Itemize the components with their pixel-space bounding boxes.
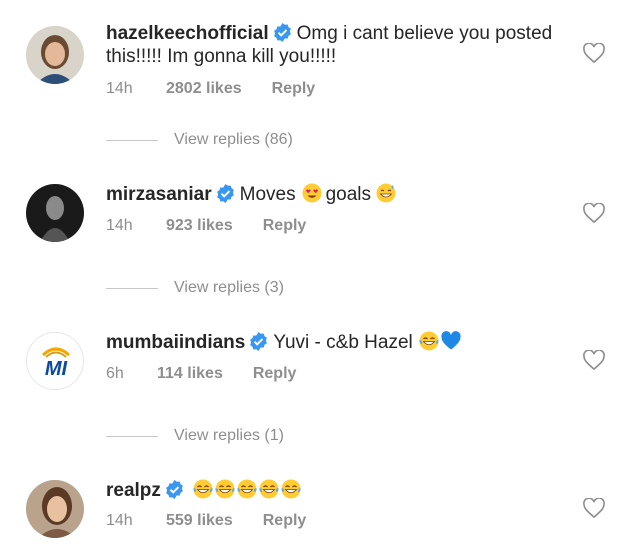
heart-eyes-emoji-icon [302, 183, 322, 203]
comment-text: Yuvi - c&b Hazel [273, 332, 413, 353]
avatar[interactable] [26, 184, 84, 242]
comment-time: 6h [106, 365, 124, 382]
tears-of-joy-emoji-icon [259, 479, 279, 499]
tears-of-joy-emoji-icon [193, 479, 213, 499]
tears-of-joy-emoji-icon [419, 331, 439, 351]
tears-of-joy-emoji-icon [281, 479, 301, 499]
comment-body: realpz [106, 479, 560, 502]
reply-button[interactable]: Reply [253, 365, 297, 383]
comment-username[interactable]: mirzasaniar [106, 184, 212, 205]
reply-button[interactable]: Reply [263, 217, 307, 235]
blue-heart-emoji-icon [441, 331, 461, 351]
comment-time: 14h [106, 217, 133, 234]
view-replies-button[interactable]: View replies (86) [106, 131, 293, 149]
divider [106, 139, 158, 141]
verified-badge-icon [273, 23, 292, 42]
verified-badge-icon [249, 332, 268, 351]
comment-time: 14h [106, 80, 133, 97]
like-count[interactable]: 559 likes [166, 512, 233, 530]
view-replies-button[interactable]: View replies (1) [106, 427, 284, 445]
reply-button[interactable]: Reply [263, 512, 307, 530]
comment-meta: 14h 559 likes Reply [106, 512, 306, 530]
avatar[interactable]: MI [26, 332, 84, 390]
comment-username[interactable]: realpz [106, 480, 161, 501]
like-count[interactable]: 923 likes [166, 217, 233, 235]
tears-of-joy-emoji-icon [237, 479, 257, 499]
comment-body: mumbaiindians Yuvi - c&b Hazel [106, 331, 560, 354]
divider [106, 287, 158, 289]
like-heart-icon[interactable] [583, 498, 605, 518]
like-heart-icon[interactable] [583, 350, 605, 370]
view-replies-label: View replies (3) [174, 279, 284, 296]
avatar[interactable] [26, 26, 84, 84]
comment-text: goals [325, 184, 372, 205]
divider [106, 435, 158, 437]
view-replies-label: View replies (1) [174, 427, 284, 444]
like-count[interactable]: 114 likes [157, 365, 223, 383]
comment-meta: 14h 923 likes Reply [106, 217, 306, 235]
verified-badge-icon [165, 480, 184, 499]
like-count[interactable]: 2802 likes [166, 80, 242, 98]
verified-badge-icon [216, 184, 235, 203]
comment-username[interactable]: mumbaiindians [106, 332, 245, 353]
comment-time: 14h [106, 512, 133, 529]
reply-button[interactable]: Reply [272, 80, 316, 98]
comment-meta: 6h 114 likes Reply [106, 365, 296, 383]
view-replies-button[interactable]: View replies (3) [106, 279, 284, 297]
svg-text:MI: MI [45, 358, 68, 380]
view-replies-label: View replies (86) [174, 131, 293, 148]
like-heart-icon[interactable] [583, 43, 605, 63]
grin-sweat-emoji-icon [376, 183, 396, 203]
avatar[interactable] [26, 480, 84, 538]
comment-username[interactable]: hazelkeechofficial [106, 23, 269, 44]
comment-body: mirzasaniar Moves goals [106, 183, 560, 206]
comment-meta: 14h 2802 likes Reply [106, 80, 315, 98]
like-heart-icon[interactable] [583, 203, 605, 223]
comment-body: hazelkeechofficial Omg i cant believe you… [106, 22, 560, 68]
tears-of-joy-emoji-icon [215, 479, 235, 499]
comment-text: Moves [239, 184, 296, 205]
